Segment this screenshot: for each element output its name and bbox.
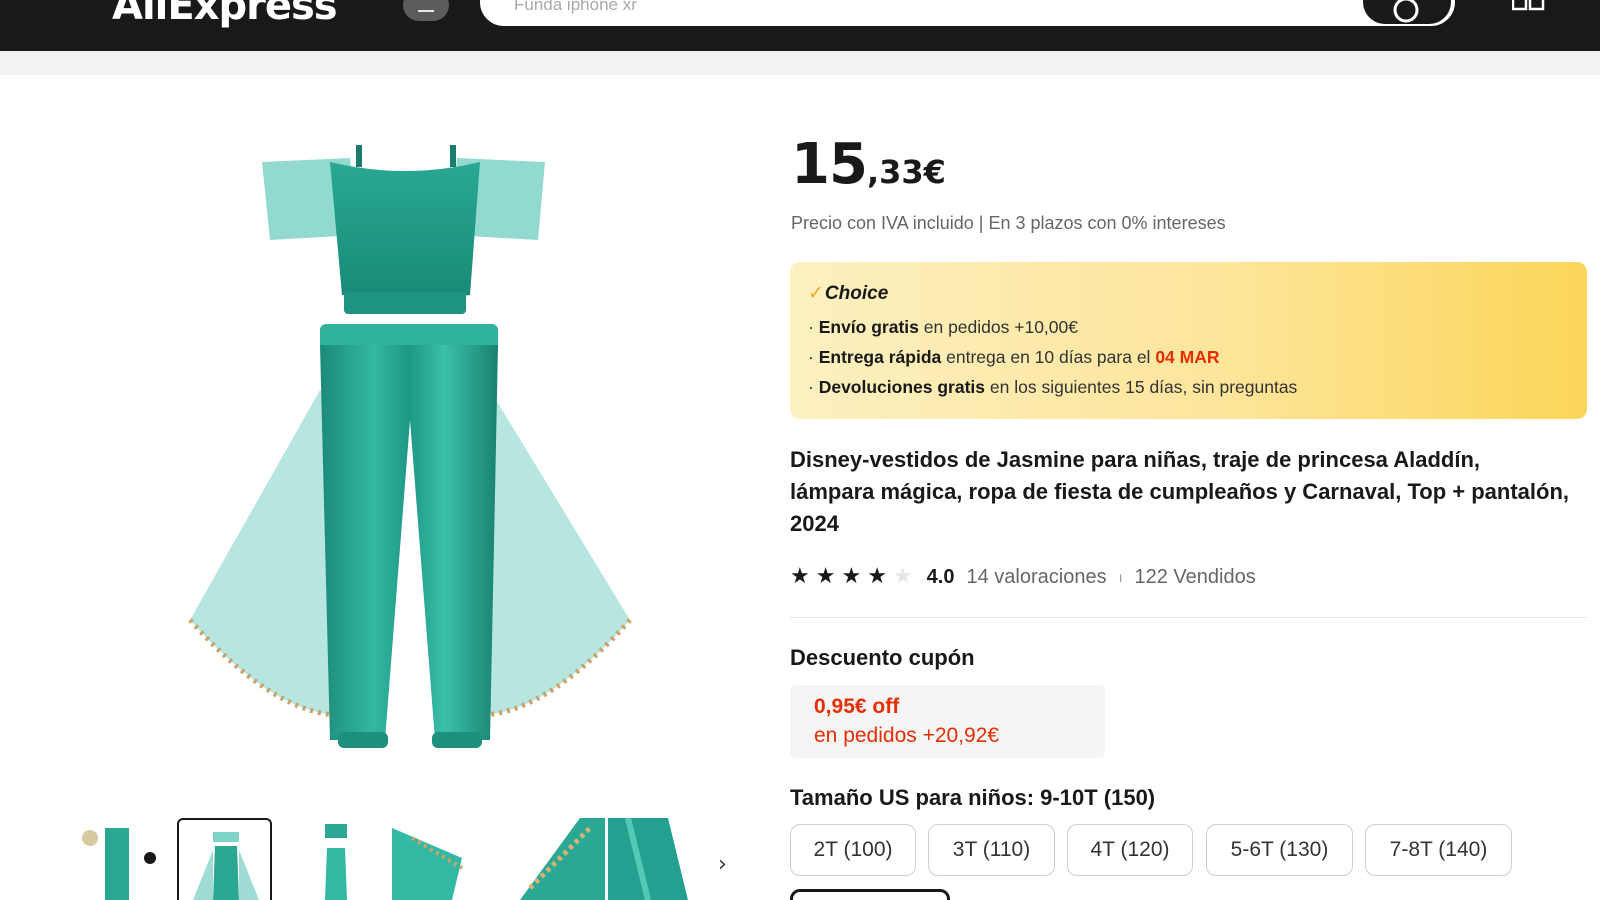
choice-fast-delivery: · Entrega rápida entrega en 10 días para… bbox=[808, 347, 1220, 367]
top-header: AliExpress bbox=[0, 0, 1600, 51]
size-option[interactable]: 2T (100) bbox=[790, 824, 916, 876]
check-icon: ✓ bbox=[808, 283, 824, 304]
aliexpress-logo[interactable]: AliExpress bbox=[112, 0, 338, 26]
price-note: Precio con IVA incluido | En 3 plazos co… bbox=[791, 213, 1226, 233]
thumbnail[interactable] bbox=[293, 818, 388, 900]
menu-icon bbox=[418, 10, 434, 12]
product-price: 15,33€ bbox=[791, 132, 946, 197]
sold-count: 122 Vendidos bbox=[1134, 565, 1256, 588]
star-filled-icon: ★ bbox=[841, 564, 862, 589]
chevron-right-icon[interactable]: › bbox=[718, 852, 727, 877]
star-filled-icon: ★ bbox=[815, 564, 836, 589]
choice-free-shipping: · Envío gratis en pedidos +10,00€ bbox=[808, 317, 1078, 337]
star-filled-icon: ★ bbox=[867, 564, 887, 589]
choice-badge: ✓Choice bbox=[808, 283, 889, 304]
coupon-card[interactable]: 0,95€ off en pedidos +20,92€ bbox=[790, 685, 1105, 758]
rating-value: 4.0 bbox=[926, 565, 955, 588]
thumbnail-selected[interactable] bbox=[177, 818, 272, 900]
choice-free-returns: · Devoluciones gratis en los siguientes … bbox=[808, 377, 1298, 397]
thumbnail[interactable] bbox=[392, 818, 487, 900]
star-filled-icon: ★ bbox=[790, 564, 810, 589]
size-option[interactable]: 4T (120) bbox=[1067, 824, 1193, 876]
search-input[interactable] bbox=[514, 0, 1314, 24]
rating-separator: ı bbox=[1118, 569, 1123, 585]
coupon-amount: 0,95€ off bbox=[814, 695, 900, 718]
delivery-date: 04 MAR bbox=[1155, 347, 1220, 367]
coupon-condition: en pedidos +20,92€ bbox=[814, 724, 1000, 747]
search-button[interactable] bbox=[1363, 0, 1451, 24]
size-option[interactable]: 3T (110) bbox=[928, 824, 1055, 876]
search-bar bbox=[480, 0, 1455, 26]
coupon-heading: Descuento cupón bbox=[790, 645, 975, 670]
product-title: Disney-vestidos de Jasmine para niñas, t… bbox=[790, 447, 1570, 536]
reviews-link[interactable]: 14 valoraciones bbox=[966, 566, 1106, 589]
search-icon bbox=[1393, 0, 1419, 23]
qr-code-icon[interactable] bbox=[1512, 0, 1548, 14]
thumbnail[interactable] bbox=[75, 818, 170, 900]
main-product-image[interactable] bbox=[160, 140, 660, 780]
size-option-selected[interactable] bbox=[790, 889, 950, 900]
size-heading: Tamaño US para niños: 9-10T (150) bbox=[790, 785, 1156, 810]
rating-stars[interactable]: ★ ★ ★ ★ ★ bbox=[790, 566, 913, 588]
divider bbox=[790, 617, 1587, 618]
thumbnail-strip bbox=[75, 818, 755, 900]
sub-header-strip bbox=[0, 51, 1600, 75]
price-integer: 15 bbox=[791, 132, 868, 197]
star-empty-icon: ★ bbox=[892, 564, 913, 589]
thumbnail[interactable] bbox=[608, 818, 703, 900]
menu-button[interactable] bbox=[403, 0, 449, 21]
size-option[interactable]: 7-8T (140) bbox=[1365, 824, 1512, 876]
thumbnail[interactable] bbox=[510, 818, 605, 900]
price-decimal: ,33€ bbox=[866, 153, 946, 191]
rating-row: ★ ★ ★ ★ ★ 4.0 14 valoraciones ı 122 Vend… bbox=[790, 562, 1256, 592]
choice-benefits-box[interactable]: ✓Choice · Envío gratis en pedidos +10,00… bbox=[790, 262, 1587, 419]
size-option[interactable]: 5-6T (130) bbox=[1206, 824, 1353, 876]
